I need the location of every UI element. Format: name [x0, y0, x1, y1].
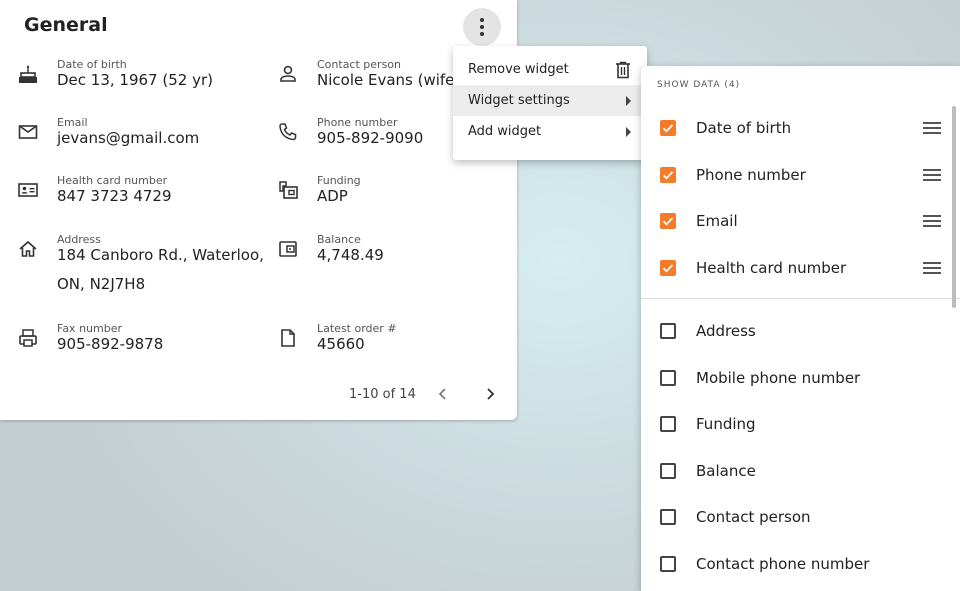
option-label: Balance [696, 462, 756, 480]
menu-item-label: Widget settings [468, 93, 570, 108]
chevron-left-icon [438, 388, 446, 400]
person-icon [277, 63, 299, 85]
option-contact-phone-number[interactable]: Contact phone number [641, 544, 960, 584]
widget-context-menu: Remove widget Widget settings Add widget [453, 46, 647, 160]
option-label: Address [696, 322, 756, 340]
field-funding: Funding ADP [277, 174, 361, 211]
submenu-arrow-icon [626, 126, 631, 137]
field-health-card-number: Health card number 847 3723 4729 [17, 174, 172, 211]
checkbox-checked[interactable] [660, 213, 676, 229]
previous-page-button[interactable] [431, 380, 455, 408]
checkmark-icon [662, 171, 674, 180]
pagination-text: 1-10 of 14 [349, 387, 416, 402]
field-value-line2: ON, N2J7H8 [57, 275, 146, 293]
field-value: 905-892-9090 [317, 129, 424, 147]
checkbox-unchecked[interactable] [660, 416, 676, 432]
option-label: Contact person [696, 508, 811, 526]
menu-item-remove-widget[interactable]: Remove widget [453, 54, 647, 85]
option-health-card-number[interactable]: Health card number [641, 248, 960, 288]
drag-handle-icon[interactable] [923, 122, 941, 134]
divider [641, 298, 960, 299]
mail-icon [17, 121, 39, 143]
cake-icon [17, 63, 39, 85]
field-phone-number: Phone number 905-892-9090 [277, 116, 423, 153]
option-email[interactable]: Email [641, 201, 960, 241]
option-label: Contact phone number [696, 555, 870, 573]
menu-item-add-widget[interactable]: Add widget [453, 116, 647, 147]
phone-icon [277, 121, 299, 143]
fax-icon [17, 327, 39, 349]
option-label: Health card number [696, 259, 847, 277]
drag-handle-icon[interactable] [923, 169, 941, 181]
field-value: 847 3723 4729 [57, 187, 172, 205]
home-icon [17, 238, 39, 260]
show-data-header: SHOW DATA (4) [657, 80, 741, 90]
trash-icon [615, 61, 631, 79]
more-options-button[interactable] [463, 8, 501, 46]
field-value: jevans@gmail.com [57, 129, 200, 147]
id-card-icon [17, 179, 39, 201]
field-value: Nicole Evans (wife) [317, 71, 461, 89]
checkbox-checked[interactable] [660, 260, 676, 276]
checkbox-unchecked[interactable] [660, 463, 676, 479]
general-widget: General Date of birth Dec 13, 1967 (52 y… [0, 0, 517, 420]
menu-item-widget-settings[interactable]: Widget settings [453, 85, 647, 116]
option-label: Mobile phone number [696, 369, 861, 387]
option-mobile-phone-number[interactable]: Mobile phone number [641, 358, 960, 398]
checkbox-unchecked[interactable] [660, 370, 676, 386]
panel-scrollbar[interactable] [952, 106, 956, 308]
checkbox-unchecked[interactable] [660, 509, 676, 525]
checkbox-checked[interactable] [660, 120, 676, 136]
option-address[interactable]: Address [641, 311, 960, 351]
option-phone-number[interactable]: Phone number [641, 155, 960, 195]
field-value: Dec 13, 1967 (52 yr) [57, 71, 213, 89]
funding-icon [277, 179, 299, 201]
option-date-of-birth[interactable]: Date of birth [641, 108, 960, 148]
checkbox-unchecked[interactable] [660, 556, 676, 572]
wallet-icon [277, 238, 299, 260]
more-vertical-icon [480, 17, 484, 38]
checkmark-icon [662, 124, 674, 133]
option-balance[interactable]: Balance [641, 451, 960, 491]
field-balance: Balance 4,748.49 [277, 233, 384, 270]
option-label: Funding [696, 415, 756, 433]
widget-title: General [24, 14, 108, 36]
drag-handle-icon[interactable] [923, 262, 941, 274]
option-funding[interactable]: Funding [641, 404, 960, 444]
menu-item-label: Remove widget [468, 62, 569, 77]
checkmark-icon [662, 264, 674, 273]
checkmark-icon [662, 217, 674, 226]
checkbox-checked[interactable] [660, 167, 676, 183]
field-latest-order: Latest order # 45660 [277, 322, 397, 359]
document-icon [277, 327, 299, 349]
next-page-button[interactable] [478, 380, 502, 408]
chevron-right-icon [487, 388, 495, 400]
submenu-arrow-icon [626, 95, 631, 106]
field-email: Email jevans@gmail.com [17, 116, 199, 153]
option-label: Date of birth [696, 119, 792, 137]
widget-settings-panel: SHOW DATA (4) Date of birth Phone number… [641, 66, 960, 591]
option-label: Phone number [696, 166, 806, 184]
field-value: 905-892-9878 [57, 335, 164, 353]
field-address: Address 184 Canboro Rd., Waterloo, ON, N… [17, 233, 264, 299]
option-contact-person[interactable]: Contact person [641, 497, 960, 537]
menu-item-label: Add widget [468, 124, 542, 139]
field-contact-person: Contact person Nicole Evans (wife) [277, 58, 460, 95]
field-value: 4,748.49 [317, 246, 384, 264]
field-value-line1: 184 Canboro Rd., Waterloo, [57, 246, 264, 264]
option-label: Email [696, 212, 738, 230]
checkbox-unchecked[interactable] [660, 323, 676, 339]
drag-handle-icon[interactable] [923, 215, 941, 227]
field-fax-number: Fax number 905-892-9878 [17, 322, 163, 359]
field-date-of-birth: Date of birth Dec 13, 1967 (52 yr) [17, 58, 213, 95]
